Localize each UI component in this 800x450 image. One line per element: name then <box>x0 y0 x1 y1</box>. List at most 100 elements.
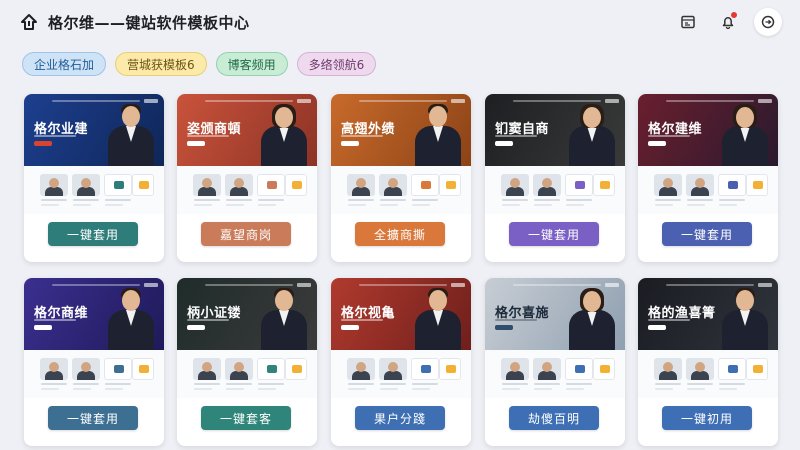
template-preview: 格尔商维 <box>24 278 164 350</box>
template-preview: 格尔建维 <box>638 94 778 166</box>
preview-nav-cta <box>297 283 311 287</box>
apply-template-button[interactable]: 一键套用 <box>509 222 599 246</box>
preview-icon-tile <box>718 358 746 380</box>
preview-cta <box>648 141 666 146</box>
apply-template-button[interactable]: 一键套用 <box>48 222 138 246</box>
apply-template-button[interactable]: 全擴商撕 <box>355 222 445 246</box>
preview-subtitle <box>187 319 229 321</box>
preview-photo-tile <box>40 174 68 196</box>
apply-template-button[interactable]: 一键套用 <box>662 222 752 246</box>
preview-photo-tile <box>654 358 682 380</box>
preview-content <box>485 350 625 398</box>
preview-cta <box>187 325 205 330</box>
preview-content <box>331 166 471 214</box>
preview-photo-tile <box>72 174 100 196</box>
template-card[interactable]: 格尔商维 一键套用 <box>24 278 164 446</box>
preview-photo-tile <box>347 174 375 196</box>
preview-nav-links <box>52 284 140 286</box>
preview-subtitle <box>34 319 76 321</box>
preview-content <box>177 350 317 398</box>
preview-person-image <box>569 104 615 166</box>
preview-nav-links <box>359 284 447 286</box>
preview-content <box>638 350 778 398</box>
preview-photo-tile <box>347 358 375 380</box>
preview-subtitle <box>648 319 690 321</box>
preview-cta <box>341 325 359 330</box>
template-preview: 格的渔喜箐 <box>638 278 778 350</box>
chip-3[interactable]: 多络领航6 <box>296 52 377 76</box>
preview-nav-cta <box>144 99 158 103</box>
preview-nav-links <box>52 100 140 102</box>
template-preview: 柄小证镂 <box>177 278 317 350</box>
template-preview: 格尔视亀 <box>331 278 471 350</box>
template-card[interactable]: 姿颁商頓 嘉望商岗 <box>177 94 317 262</box>
preview-subtitle <box>495 135 537 137</box>
preview-nav-links <box>666 284 754 286</box>
preview-nav-cta <box>297 99 311 103</box>
preview-icon-tile <box>718 174 746 196</box>
preview-content <box>485 166 625 214</box>
apply-template-button[interactable]: 嘉望商岗 <box>201 222 291 246</box>
preview-icon-tile <box>593 174 615 196</box>
template-card[interactable]: 钔窦自商 一键套用 <box>485 94 625 262</box>
preview-subtitle <box>341 135 383 137</box>
chip-0[interactable]: 企业格石加 <box>22 52 107 76</box>
preview-nav-cta <box>144 283 158 287</box>
preview-photo-tile <box>501 358 529 380</box>
preview-person-image <box>261 288 307 350</box>
preview-content <box>331 350 471 398</box>
preview-icon-tile <box>132 174 154 196</box>
preview-nav-cta <box>605 283 619 287</box>
preview-person-image <box>261 104 307 166</box>
notification-dot <box>731 12 737 18</box>
template-card[interactable]: 柄小证镂 一键套客 <box>177 278 317 446</box>
app-header: 格尔维——键站软件模板中心 <box>0 0 800 44</box>
template-card[interactable]: 高翅外缋 全擴商撕 <box>331 94 471 262</box>
preview-photo-tile <box>72 358 100 380</box>
preview-person-image <box>415 104 461 166</box>
template-preview: 格尔喜施 <box>485 278 625 350</box>
preview-photo-tile <box>379 174 407 196</box>
preview-icon-tile <box>104 358 132 380</box>
preview-nav-cta <box>758 283 772 287</box>
template-card[interactable]: 格尔喜施 劫傻百明 <box>485 278 625 446</box>
template-preview: 姿颁商頓 <box>177 94 317 166</box>
preview-nav-links <box>513 284 601 286</box>
preview-nav-links <box>205 100 293 102</box>
template-card[interactable]: 格尔建维 一键套用 <box>638 94 778 262</box>
calendar-icon[interactable] <box>674 8 702 36</box>
template-preview: 钔窦自商 <box>485 94 625 166</box>
chat-icon[interactable] <box>754 8 782 36</box>
apply-template-button[interactable]: 一键初用 <box>662 406 752 430</box>
preview-icon-tile <box>257 358 285 380</box>
apply-template-button[interactable]: 劫傻百明 <box>509 406 599 430</box>
template-card[interactable]: 格的渔喜箐 一键初用 <box>638 278 778 446</box>
template-card[interactable]: 格尔视亀 果户分踐 <box>331 278 471 446</box>
preview-nav-links <box>359 100 447 102</box>
preview-photo-tile <box>379 358 407 380</box>
chip-2[interactable]: 博客频用 <box>215 52 288 76</box>
preview-photo-tile <box>225 358 253 380</box>
bell-icon[interactable] <box>714 8 742 36</box>
preview-photo-tile <box>225 174 253 196</box>
template-preview: 格尔业建 <box>24 94 164 166</box>
chip-1[interactable]: 营城获模板6 <box>115 52 207 76</box>
preview-person-image <box>108 288 154 350</box>
preview-icon-tile <box>411 174 439 196</box>
home-upload-icon[interactable] <box>18 11 40 33</box>
preview-icon-tile <box>565 174 593 196</box>
preview-icon-tile <box>746 358 768 380</box>
template-card[interactable]: 格尔业建 一键套用 <box>24 94 164 262</box>
preview-content <box>24 350 164 398</box>
preview-photo-tile <box>533 358 561 380</box>
preview-icon-tile <box>593 358 615 380</box>
preview-nav-cta <box>451 283 465 287</box>
preview-subtitle <box>648 135 690 137</box>
template-preview: 高翅外缋 <box>331 94 471 166</box>
apply-template-button[interactable]: 一键套客 <box>201 406 291 430</box>
preview-icon-tile <box>285 174 307 196</box>
preview-icon-tile <box>104 174 132 196</box>
category-filter: 企业格石加 营城获模板6 博客频用 多络领航6 <box>22 52 377 76</box>
apply-template-button[interactable]: 果户分踐 <box>355 406 445 430</box>
apply-template-button[interactable]: 一键套用 <box>48 406 138 430</box>
